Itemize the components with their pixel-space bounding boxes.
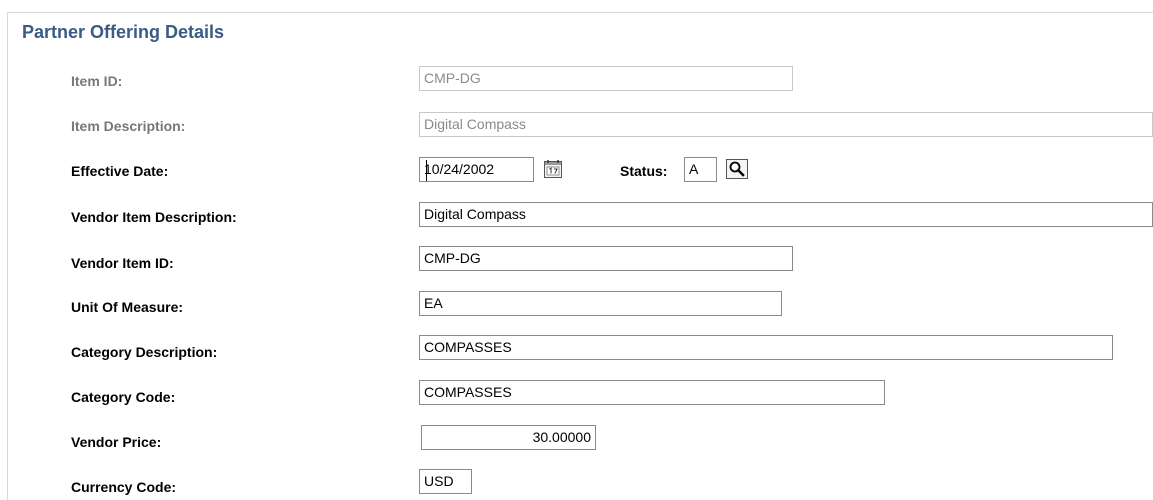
calendar-icon[interactable] <box>543 159 563 179</box>
unit-of-measure-input[interactable]: EA <box>419 291 782 316</box>
vendor-price-label: Vendor Price: <box>71 434 162 450</box>
category-code-input[interactable]: COMPASSES <box>419 380 885 405</box>
category-description-input[interactable]: COMPASSES <box>419 335 1113 360</box>
vendor-item-id-label: Vendor Item ID: <box>71 255 174 271</box>
item-id-field: CMP-DG <box>419 66 793 91</box>
vendor-item-description-label: Vendor Item Description: <box>71 209 237 225</box>
effective-date-input[interactable]: 10/24/2002 <box>419 157 534 182</box>
page-frame-top-border <box>7 12 1153 13</box>
section-title: Partner Offering Details <box>22 22 225 42</box>
currency-code-input[interactable]: USD <box>419 469 472 494</box>
currency-code-label: Currency Code: <box>71 479 177 495</box>
effective-date-label: Effective Date: <box>71 163 169 179</box>
page-frame-left-border <box>7 12 8 500</box>
status-label: Status: <box>620 163 668 179</box>
item-description-field: Digital Compass <box>419 112 1153 137</box>
magnifier-lookup-icon[interactable] <box>726 159 748 179</box>
vendor-item-id-input[interactable]: CMP-DG <box>419 246 793 271</box>
category-description-label: Category Description: <box>71 344 218 360</box>
item-id-label: Item ID: <box>71 73 123 89</box>
unit-of-measure-label: Unit Of Measure: <box>71 299 184 315</box>
text-cursor <box>426 160 427 181</box>
category-code-label: Category Code: <box>71 389 176 405</box>
vendor-price-input[interactable]: 30.00000 <box>421 425 596 450</box>
item-description-label: Item Description: <box>71 118 186 134</box>
status-input[interactable]: A <box>684 157 717 182</box>
vendor-item-description-input[interactable]: Digital Compass <box>419 202 1153 227</box>
